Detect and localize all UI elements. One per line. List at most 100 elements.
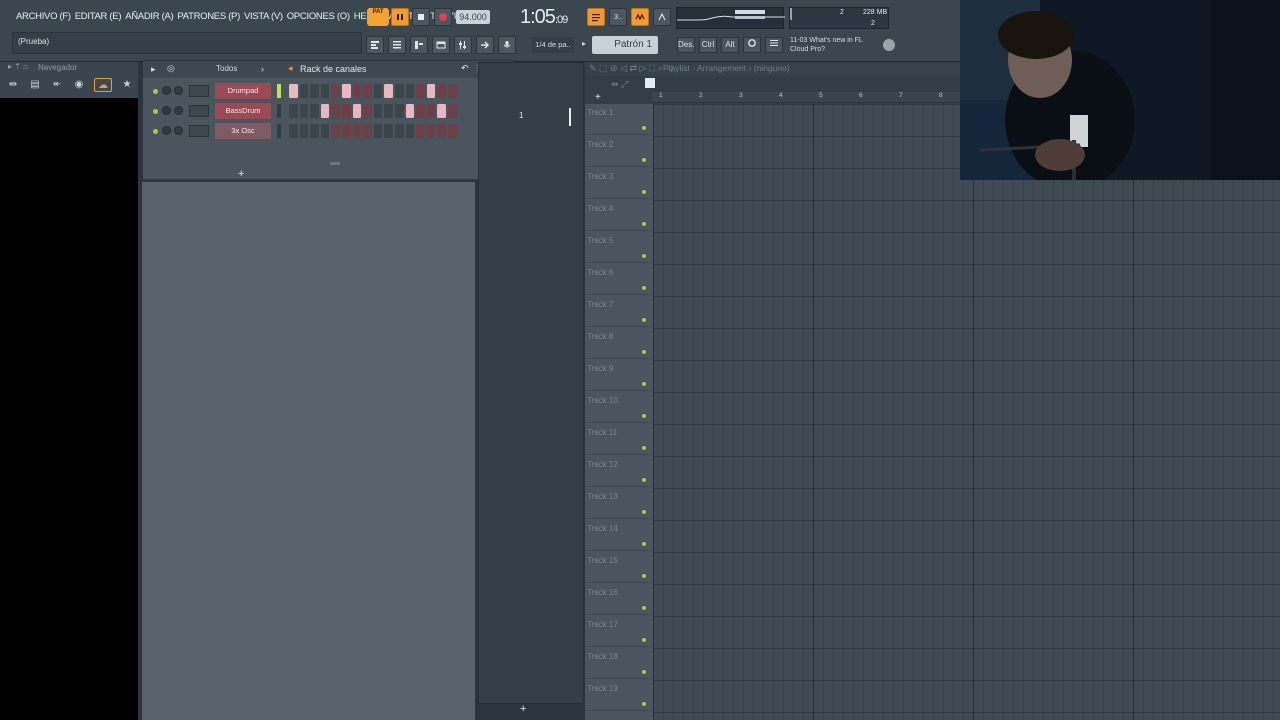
step-button[interactable]	[405, 124, 415, 138]
rack-menu-arrow-icon[interactable]: ▸	[151, 64, 156, 75]
track-mute-led[interactable]	[642, 190, 646, 194]
mixer-button[interactable]	[454, 36, 472, 54]
step-button[interactable]	[299, 84, 309, 98]
step-button[interactable]	[341, 84, 351, 98]
record-button[interactable]	[434, 8, 452, 26]
menu-item-3[interactable]: PATRONES (P)	[177, 11, 240, 25]
track-header[interactable]: Track 12	[585, 456, 653, 487]
track-header[interactable]: Track 10	[585, 392, 653, 423]
track-mute-led[interactable]	[642, 350, 646, 354]
step-button[interactable]	[447, 104, 457, 118]
step-button[interactable]	[310, 124, 319, 138]
track-mute-led[interactable]	[642, 446, 646, 450]
pattern-arrow-icon[interactable]: ▸	[582, 39, 586, 48]
step-button[interactable]	[331, 84, 340, 98]
cloud-icon[interactable]: ☁	[94, 78, 112, 92]
track-mute-led[interactable]	[642, 414, 646, 418]
rack-swing-icon[interactable]: ◎	[167, 63, 175, 74]
track-mute-led[interactable]	[642, 574, 646, 578]
step-button[interactable]	[352, 124, 362, 138]
track-tools-icon[interactable]: ⇹ ⤢	[611, 79, 628, 90]
track-header[interactable]: Track 7	[585, 296, 653, 327]
menu-item-0[interactable]: ARCHIVO (F)	[16, 11, 71, 25]
plugin-picker-button[interactable]	[476, 36, 494, 54]
channel-select[interactable]	[277, 124, 281, 138]
step-button[interactable]	[352, 84, 362, 98]
channel-name-button[interactable]: BassDrum	[215, 103, 271, 119]
filter-arrow-icon[interactable]: ›	[261, 64, 264, 74]
alt-button[interactable]: Alt	[721, 37, 739, 53]
track-header[interactable]: Track 11	[585, 424, 653, 455]
step-button[interactable]	[363, 104, 372, 118]
snap-selector[interactable]: 1/4 de pa..	[532, 37, 574, 53]
track-mute-led[interactable]	[642, 478, 646, 482]
collapse-icon[interactable]: ⇹	[6, 78, 20, 92]
step-button[interactable]	[426, 124, 436, 138]
channel-rack-button[interactable]	[388, 36, 406, 54]
wait-input-button[interactable]	[631, 8, 649, 26]
playlist-button[interactable]	[366, 36, 384, 54]
track-mute-led[interactable]	[642, 670, 646, 674]
pattern-selector[interactable]: Patrón 1	[592, 36, 658, 54]
step-button[interactable]	[373, 84, 383, 98]
step-button[interactable]	[437, 84, 446, 98]
channel-mixer-track[interactable]	[189, 85, 209, 97]
rack-scroll-handle[interactable]	[330, 162, 340, 165]
track-mute-led[interactable]	[642, 158, 646, 162]
add-channel-button[interactable]: +	[238, 168, 244, 180]
step-button[interactable]	[373, 124, 383, 138]
track-header[interactable]: Track 4	[585, 200, 653, 231]
channel-pan-knob[interactable]	[162, 106, 171, 115]
ctrl-button[interactable]: Ctrl	[699, 37, 717, 53]
step-button[interactable]	[310, 84, 319, 98]
channel-name-button[interactable]: Drumpad	[215, 83, 271, 99]
step-button[interactable]	[289, 124, 298, 138]
track-header[interactable]: Track 3	[585, 168, 653, 199]
channel-row[interactable]: 3x Osc	[147, 123, 507, 139]
menu-item-5[interactable]: OPCIONES (O)	[287, 11, 350, 25]
step-button[interactable]	[363, 124, 372, 138]
track-header[interactable]: Track 13	[585, 488, 653, 519]
help-icon[interactable]	[883, 39, 895, 51]
step-button[interactable]	[394, 84, 404, 98]
step-button[interactable]	[352, 104, 362, 118]
online-button[interactable]	[743, 37, 761, 53]
track-mute-led[interactable]	[642, 702, 646, 706]
step-button[interactable]	[405, 84, 415, 98]
step-button[interactable]	[341, 124, 351, 138]
step-button[interactable]	[299, 124, 309, 138]
channel-mixer-track[interactable]	[189, 105, 209, 117]
track-header[interactable]: Track 16	[585, 584, 653, 615]
piano-roll-button[interactable]	[410, 36, 428, 54]
track-mute-led[interactable]	[642, 638, 646, 642]
news-panel[interactable]: 11-03 What's new in FL Cloud Pro?	[790, 36, 863, 54]
track-header[interactable]: Track 5	[585, 232, 653, 263]
step-button[interactable]	[437, 104, 446, 118]
step-button[interactable]	[437, 124, 446, 138]
stop-button[interactable]	[412, 8, 430, 26]
track-mute-led[interactable]	[642, 254, 646, 258]
des-button[interactable]: Des.	[677, 37, 695, 53]
rack-undo-icon[interactable]: ↶	[461, 63, 469, 74]
track-header[interactable]: Track 15	[585, 552, 653, 583]
channel-name-button[interactable]: 3x Osc	[215, 123, 271, 139]
search-icon[interactable]: ◉	[72, 78, 86, 92]
channel-volume-knob[interactable]	[174, 126, 183, 135]
track-header[interactable]: Track 6	[585, 264, 653, 295]
step-button[interactable]	[405, 104, 415, 118]
file-icon[interactable]: ▤	[28, 78, 42, 92]
step-button[interactable]	[426, 104, 436, 118]
step-button[interactable]	[363, 84, 372, 98]
tempo-display[interactable]: 94.000	[456, 10, 490, 24]
channel-select[interactable]	[277, 84, 281, 98]
step-button[interactable]	[331, 124, 340, 138]
pattern-grid-icon[interactable]	[645, 78, 655, 88]
step-button[interactable]	[416, 84, 425, 98]
track-header[interactable]: Track 17	[585, 616, 653, 647]
step-button[interactable]	[384, 124, 393, 138]
add-track-icon[interactable]: +	[595, 92, 601, 103]
recording-mic-button[interactable]	[498, 36, 516, 54]
channel-volume-knob[interactable]	[174, 86, 183, 95]
channel-pan-knob[interactable]	[162, 86, 171, 95]
track-header[interactable]: Track 14	[585, 520, 653, 551]
